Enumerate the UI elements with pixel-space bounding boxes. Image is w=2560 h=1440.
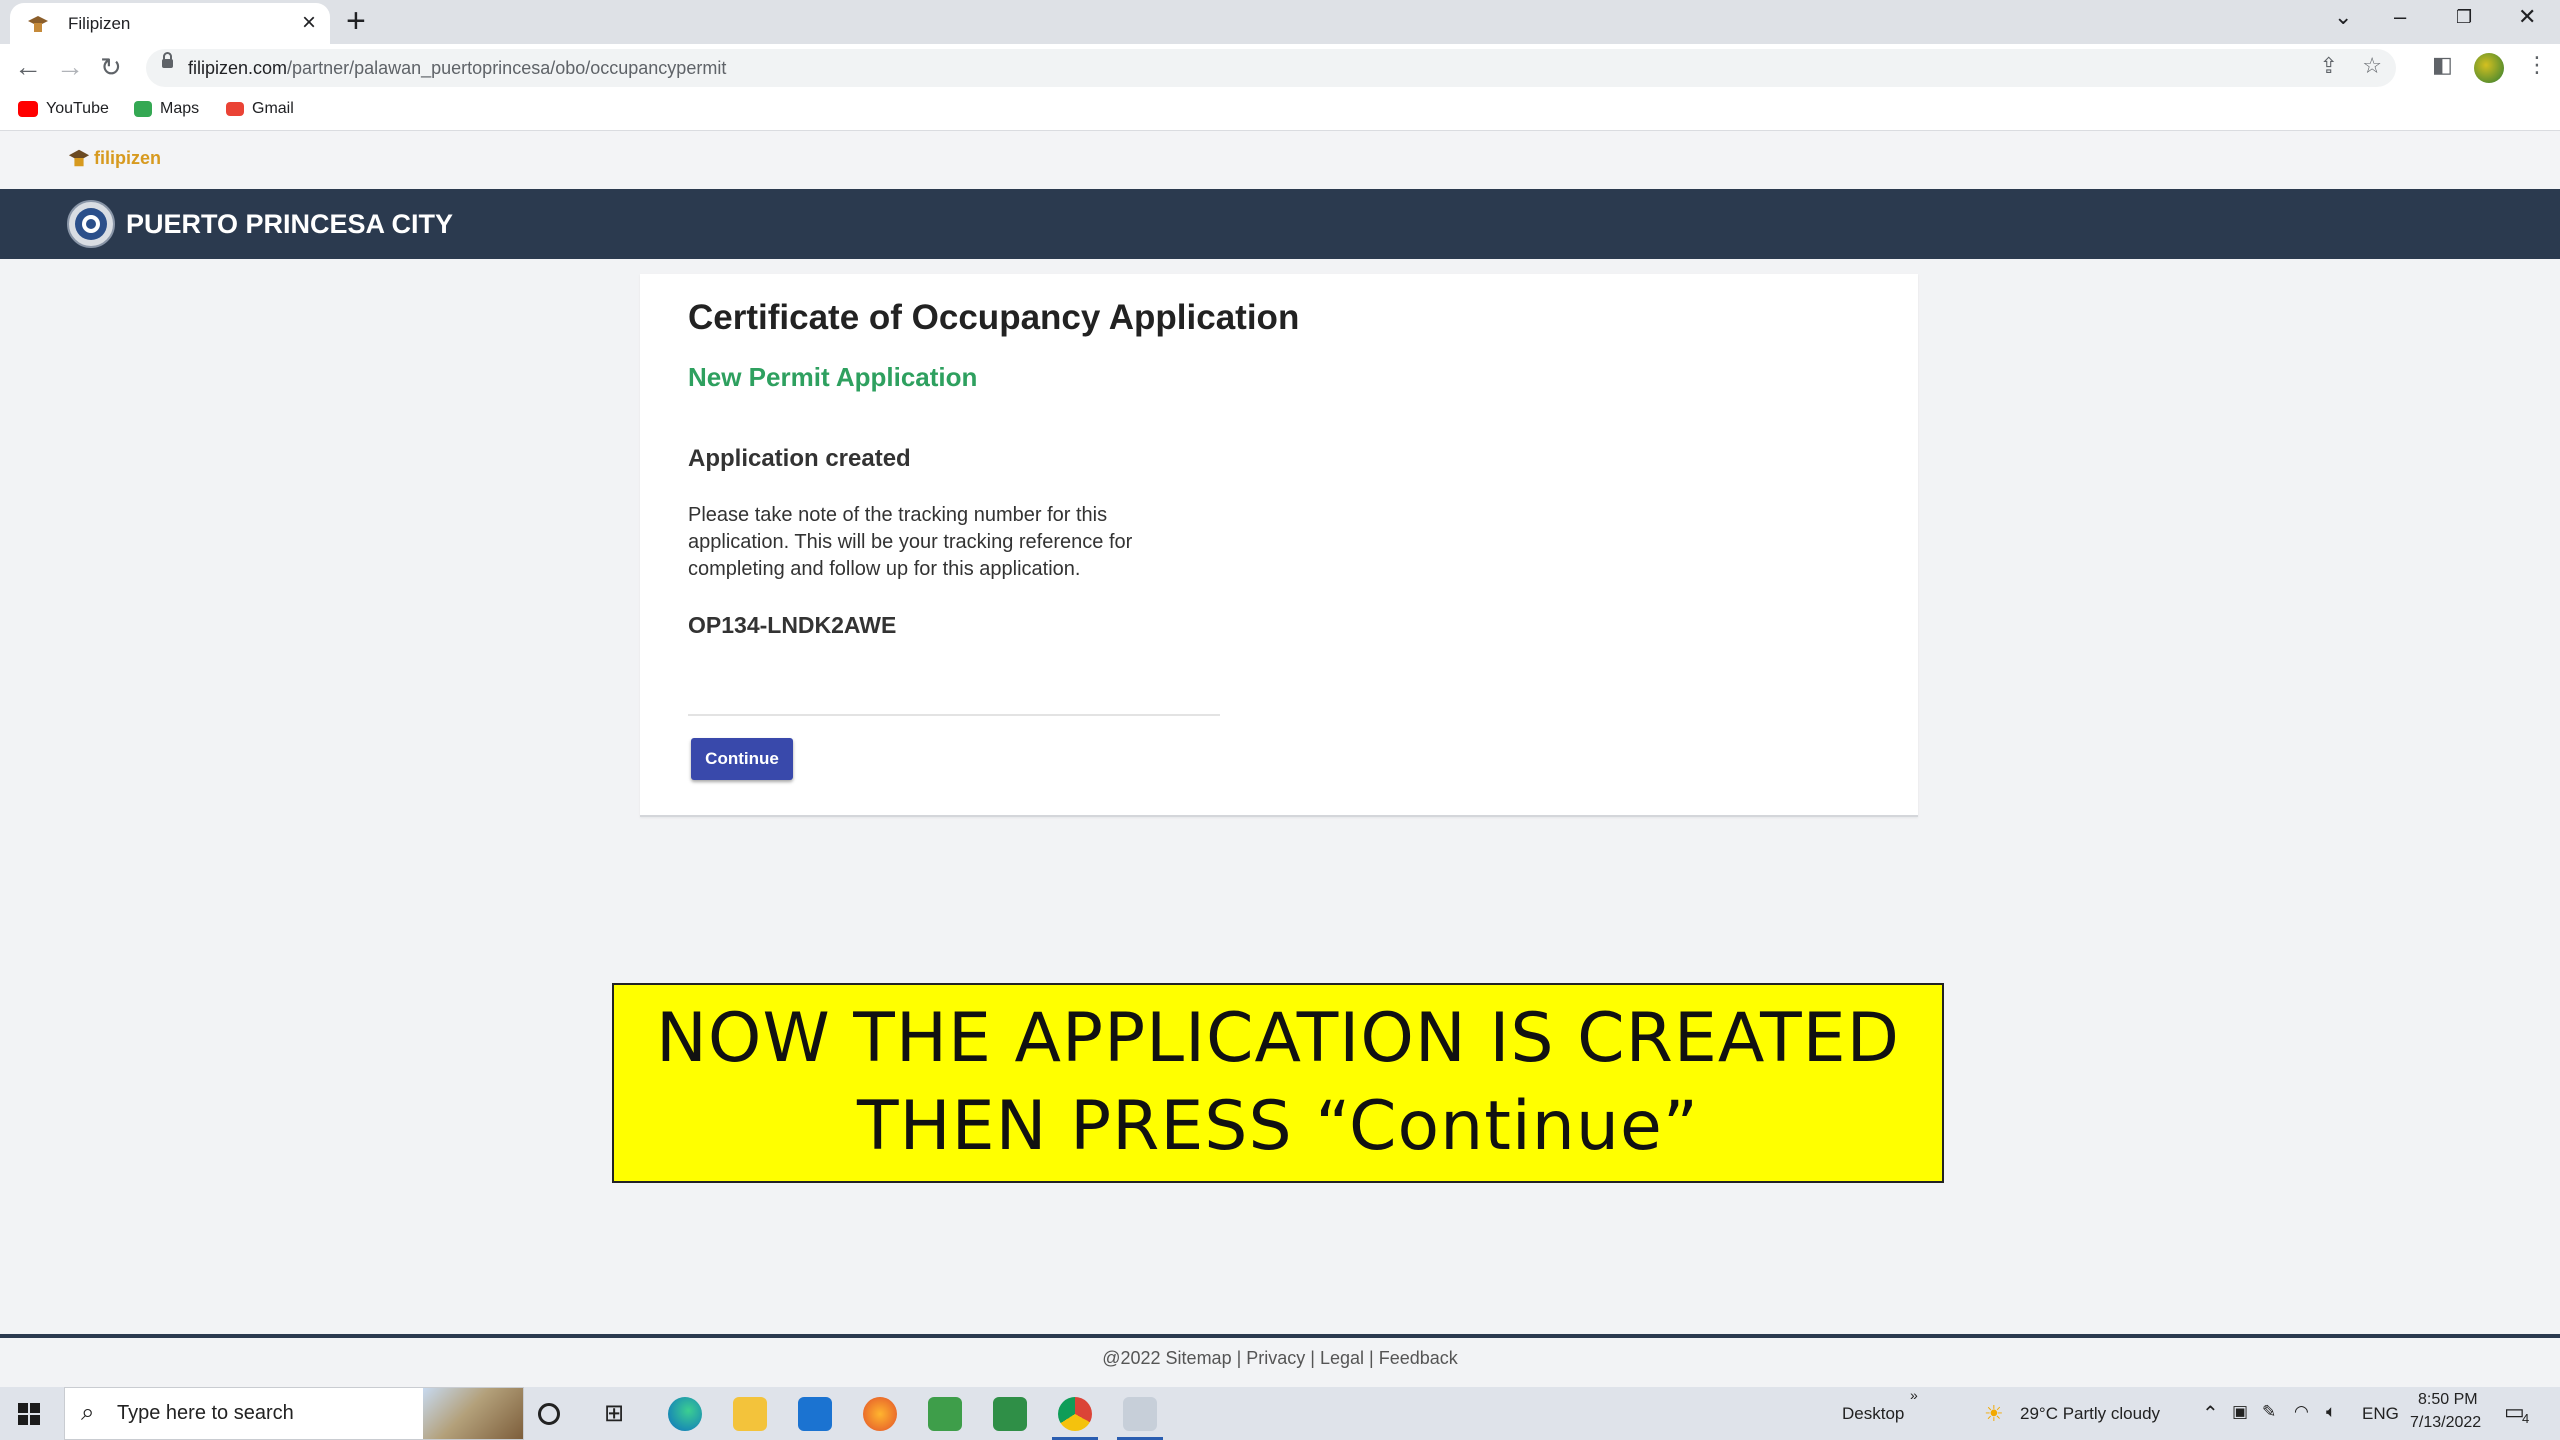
filipizen-logo-icon (68, 149, 90, 167)
file-explorer-icon[interactable] (733, 1397, 767, 1431)
desktop-toolbar-label[interactable]: Desktop (1842, 1404, 1904, 1424)
site-top-bar: filipizen (0, 131, 2560, 189)
address-bar[interactable]: filipizen.com/partner/palawan_puertoprin… (146, 49, 2396, 87)
taskbar-search-input[interactable]: ⌕ Type here to search (64, 1387, 524, 1440)
windows-start-icon[interactable] (18, 1403, 40, 1425)
close-window-icon[interactable]: ✕ (2518, 4, 2536, 30)
task-view-icon[interactable]: ⊞ (604, 1399, 638, 1433)
footer-copyright: @2022 (1102, 1348, 1161, 1368)
footer-link-feedback[interactable]: Feedback (1379, 1348, 1458, 1368)
restore-icon[interactable]: ❐ (2456, 7, 2472, 28)
reload-icon[interactable]: ↻ (100, 50, 122, 84)
notes-app-icon[interactable] (993, 1397, 1027, 1431)
paint-app-icon[interactable] (1117, 1397, 1163, 1440)
windows-taskbar: ⌕ Type here to search ⊞ Desktop » ☀ 29°C… (0, 1387, 2560, 1440)
notification-count: 4 (2522, 1411, 2530, 1426)
firefox-icon[interactable] (863, 1397, 897, 1431)
tracking-number: OP134-LNDK2AWE (688, 612, 897, 638)
tracking-instructions: Please take note of the tracking number … (688, 504, 1133, 580)
wifi-icon[interactable]: ◠ (2294, 1402, 2309, 1422)
toolbar-expand-icon[interactable]: » (1910, 1387, 1918, 1403)
maps-icon (134, 101, 152, 117)
weather-text[interactable]: 29°C Partly cloudy (2020, 1404, 2160, 1424)
share-icon[interactable]: ⇪ (2320, 53, 2338, 79)
site-footer: @2022 Sitemap | Privacy | Legal | Feedba… (0, 1334, 2560, 1391)
page-title: Certificate of Occupancy Application (688, 298, 1300, 337)
volume-icon[interactable]: 🔈︎ (2326, 1402, 2336, 1422)
footer-link-legal[interactable]: Legal (1320, 1348, 1364, 1368)
mail-icon[interactable] (798, 1397, 832, 1431)
search-icon: ⌕ (81, 1399, 95, 1426)
browser-tab-bar: Filipizen × + ⌄ – ❐ ✕ (0, 0, 2560, 44)
city-name: PUERTO PRINCESA CITY (126, 209, 454, 239)
bookmark-star-icon[interactable]: ☆ (2362, 53, 2382, 79)
search-placeholder: Type here to search (117, 1402, 294, 1424)
gmail-icon (226, 102, 244, 116)
browser-toolbar: ← → ↻ filipizen.com/partner/palawan_puer… (0, 44, 2560, 94)
cortana-icon[interactable] (538, 1403, 560, 1425)
show-hidden-icons-icon[interactable]: ⌃ (2202, 1401, 2219, 1426)
city-header: PUERTO PRINCESA CITY (0, 189, 2560, 259)
menu-kebab-icon[interactable]: ⋮ (2526, 52, 2548, 78)
chrome-icon[interactable] (1052, 1397, 1098, 1440)
side-panel-icon[interactable]: ◧ (2432, 52, 2453, 78)
status-heading: Application created (688, 445, 911, 472)
clock-time[interactable]: 8:50 PM (2418, 1391, 2478, 1409)
callout-line-2: THEN PRESS “Continue” (856, 1087, 1700, 1166)
continue-button[interactable]: Continue (691, 738, 793, 780)
bookmark-gmail[interactable]: Gmail (226, 100, 294, 118)
youtube-icon (18, 101, 38, 117)
bookmark-youtube[interactable]: YouTube (18, 100, 109, 118)
browser-tab[interactable]: Filipizen × (10, 3, 330, 44)
language-indicator[interactable]: ENG (2362, 1404, 2399, 1424)
callout-line-1: NOW THE APPLICATION IS CREATED (656, 999, 1900, 1078)
instruction-callout: NOW THE APPLICATION IS CREATED THEN PRES… (612, 983, 1944, 1183)
footer-link-privacy[interactable]: Privacy (1246, 1348, 1305, 1368)
divider (688, 714, 1220, 716)
filipizen-logo[interactable]: filipizen (68, 147, 161, 169)
tray-app-icon[interactable]: ▣ (2232, 1402, 2248, 1422)
city-seal-icon (67, 200, 115, 248)
footer-link-sitemap[interactable]: Sitemap (1166, 1348, 1232, 1368)
application-card: Certificate of Occupancy Application New… (640, 274, 1918, 817)
search-highlight-image (423, 1388, 523, 1439)
back-icon[interactable]: ← (14, 50, 42, 84)
url-text: filipizen.com/partner/palawan_puertoprin… (188, 58, 727, 78)
tab-title: Filipizen (68, 14, 131, 33)
edge-icon[interactable] (668, 1397, 702, 1431)
new-tab-icon[interactable]: + (346, 1, 366, 41)
close-tab-icon[interactable]: × (302, 9, 316, 37)
tab-search-icon[interactable]: ⌄ (2334, 4, 2352, 30)
pen-menu-icon[interactable]: ✎ (2262, 1402, 2276, 1422)
page-subtitle: New Permit Application (688, 362, 978, 392)
profile-avatar[interactable] (2474, 53, 2504, 83)
weather-icon: ☀ (1984, 1401, 2004, 1426)
lock-icon (162, 52, 173, 68)
bookmark-maps[interactable]: Maps (134, 100, 199, 118)
filipizen-favicon-icon (28, 16, 48, 32)
photos-app-icon[interactable] (928, 1397, 962, 1431)
bookmarks-bar: YouTube Maps Gmail (0, 94, 2560, 131)
clock-date[interactable]: 7/13/2022 (2410, 1414, 2481, 1432)
minimize-icon[interactable]: – (2394, 4, 2406, 30)
forward-icon[interactable]: → (56, 50, 84, 84)
